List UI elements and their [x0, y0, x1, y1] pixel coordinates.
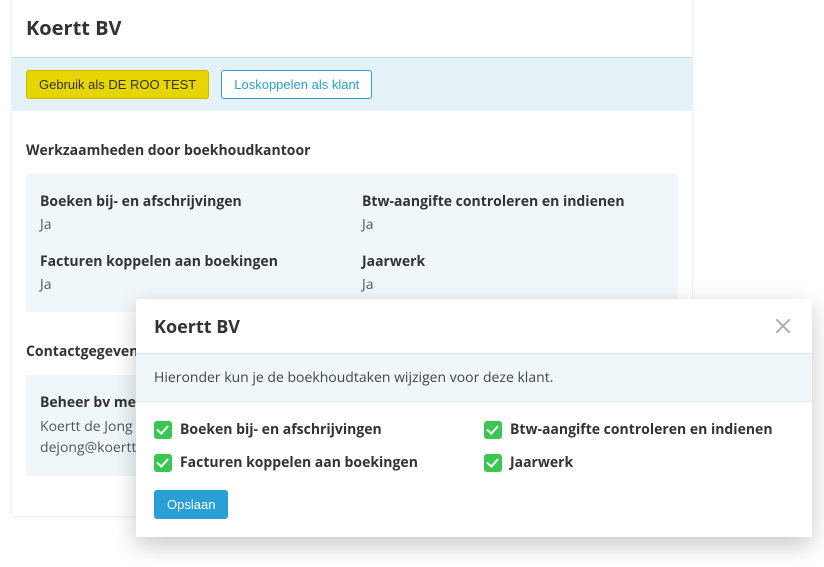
checkbox-checked-icon: [154, 421, 172, 439]
task-label: Btw-aangifte controleren en indienen: [362, 192, 664, 211]
task-label: Jaarwerk: [362, 252, 664, 271]
modal-body: Boeken bij- en afschrijvingen Btw-aangif…: [136, 402, 812, 537]
task-item: Btw-aangifte controleren en indienen Ja: [362, 192, 664, 234]
task-item: Facturen koppelen aan boekingen Ja: [40, 252, 342, 294]
task-item: Jaarwerk Ja: [362, 252, 664, 294]
task-value: Ja: [362, 275, 664, 294]
checkbox-row-jaarwerk[interactable]: Jaarwerk: [484, 453, 794, 472]
checkbox-label: Boeken bij- en afschrijvingen: [180, 420, 382, 439]
checkbox-grid: Boeken bij- en afschrijvingen Btw-aangif…: [154, 420, 794, 472]
save-button[interactable]: Opslaan: [154, 490, 228, 519]
checkbox-checked-icon: [484, 454, 502, 472]
task-value: Ja: [362, 215, 664, 234]
close-icon: [776, 319, 790, 333]
modal-header: Koertt BV: [136, 299, 812, 354]
task-value: Ja: [40, 275, 342, 294]
checkbox-row-boeken[interactable]: Boeken bij- en afschrijvingen: [154, 420, 464, 439]
use-as-button[interactable]: Gebruik als DE ROO TEST: [26, 70, 209, 99]
action-bar: Gebruik als DE ROO TEST Loskoppelen als …: [12, 58, 692, 111]
modal-close-button[interactable]: [772, 316, 794, 338]
modal-banner: Hieronder kun je de boekhoudtaken wijzig…: [136, 354, 812, 402]
unlink-client-button[interactable]: Loskoppelen als klant: [221, 70, 372, 99]
checkbox-label: Btw-aangifte controleren en indienen: [510, 420, 773, 439]
edit-tasks-modal: Koertt BV Hieronder kun je de boekhoudta…: [136, 299, 812, 537]
page-title: Koertt BV: [12, 0, 692, 58]
task-label: Facturen koppelen aan boekingen: [40, 252, 342, 271]
task-label: Boeken bij- en afschrijvingen: [40, 192, 342, 211]
checkbox-row-facturen[interactable]: Facturen koppelen aan boekingen: [154, 453, 464, 472]
modal-title: Koertt BV: [154, 315, 240, 339]
checkbox-row-btw[interactable]: Btw-aangifte controleren en indienen: [484, 420, 794, 439]
tasks-section-heading: Werkzaamheden door boekhoudkantoor: [12, 111, 692, 174]
checkbox-label: Jaarwerk: [510, 453, 573, 472]
checkbox-checked-icon: [484, 421, 502, 439]
tasks-panel: Boeken bij- en afschrijvingen Ja Btw-aan…: [26, 174, 678, 312]
task-value: Ja: [40, 215, 342, 234]
checkbox-checked-icon: [154, 454, 172, 472]
task-item: Boeken bij- en afschrijvingen Ja: [40, 192, 342, 234]
checkbox-label: Facturen koppelen aan boekingen: [180, 453, 418, 472]
